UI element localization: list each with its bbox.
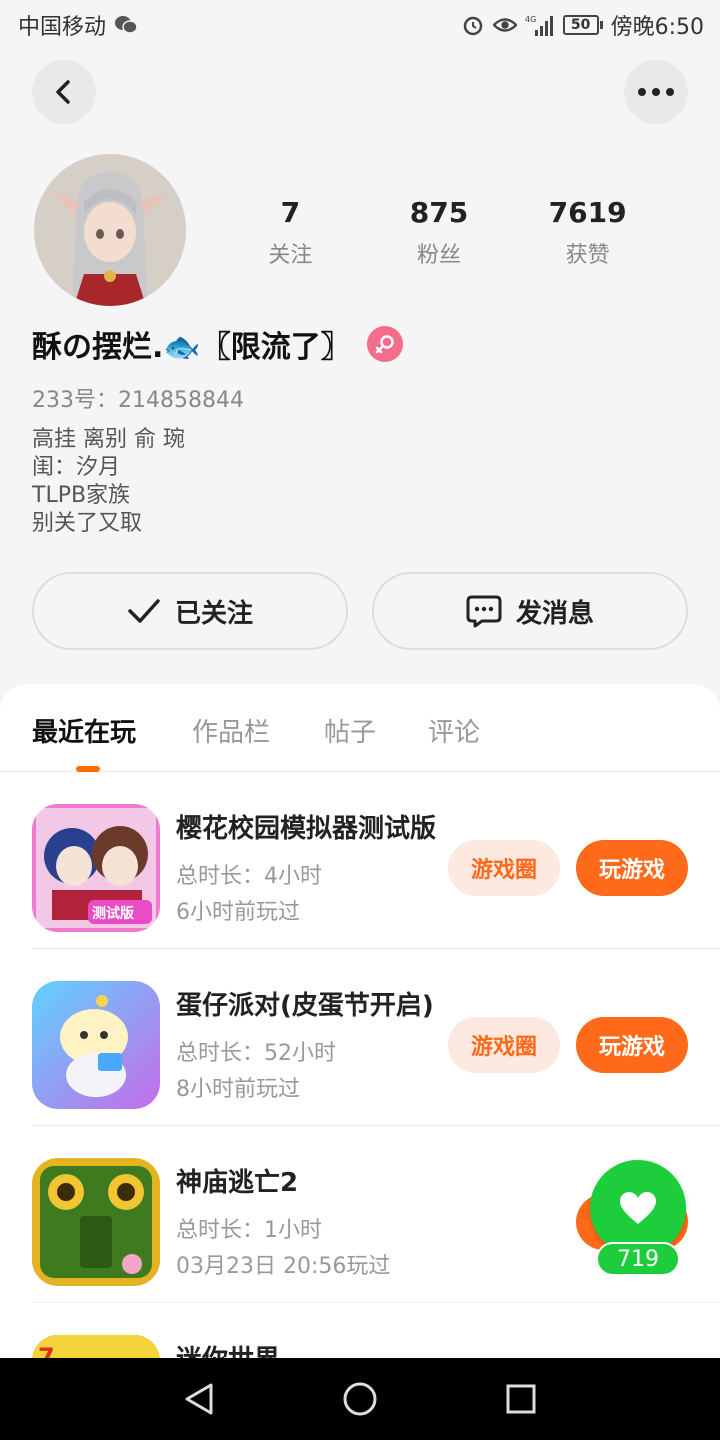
- profile-tabs: 最近在玩 作品栏 帖子 评论: [0, 684, 720, 772]
- nickname-row: 酥の摆烂.🐟〖限流了〗: [32, 322, 403, 366]
- alarm-icon: [461, 13, 485, 37]
- more-dots-icon: [638, 88, 674, 96]
- game-last-played: 6小时前玩过: [176, 900, 300, 925]
- game-icon-temple-run: [32, 1158, 160, 1286]
- chat-bubble-icon: [466, 595, 502, 628]
- likes-label: 获赞: [565, 243, 610, 268]
- battery-level: 50: [562, 15, 599, 35]
- battery-indicator: 50: [562, 15, 603, 35]
- game-row[interactable]: 测试版 樱花校园模拟器测试版 总时长：4小时 6小时前玩过 游戏圈 玩游戏: [32, 772, 720, 949]
- back-triangle-icon[interactable]: [183, 1382, 215, 1416]
- game-duration: 总时长：4小时: [176, 864, 322, 889]
- content-panel: 最近在玩 作品栏 帖子 评论 测试版 樱花校园模拟器测试版 总时长：4小时 6小…: [0, 684, 720, 1384]
- play-game-button[interactable]: 玩游戏: [576, 1017, 688, 1073]
- nickname: 酥の摆烂.🐟〖限流了〗: [32, 330, 351, 365]
- check-icon: [128, 599, 160, 623]
- more-options-button[interactable]: [624, 60, 688, 124]
- system-nav-bar: [0, 1358, 720, 1440]
- followers-label: 粉丝: [416, 243, 461, 268]
- tab-posts[interactable]: 帖子: [324, 712, 376, 749]
- user-id-row: 233号：214858844: [32, 382, 244, 414]
- stat-following[interactable]: 7 关注: [220, 196, 360, 269]
- bio: 高挂 离别 俞 琬 闺：汐月 TLPB家族 别关了又取: [32, 426, 185, 538]
- game-icon-sakura: 测试版: [32, 804, 160, 932]
- followed-button[interactable]: 已关注: [32, 572, 348, 650]
- game-last-played: 03月23日 20:56玩过: [176, 1254, 391, 1279]
- bio-line: 闺：汐月: [32, 455, 121, 480]
- bio-line: TLPB家族: [32, 483, 131, 508]
- bio-line: 别关了又取: [32, 511, 143, 536]
- followed-label: 已关注: [174, 598, 253, 629]
- avatar-image: [34, 154, 186, 306]
- likes-count: 7619: [548, 196, 627, 229]
- game-last-played: 8小时前玩过: [176, 1077, 300, 1102]
- send-message-label: 发消息: [515, 598, 594, 629]
- avatar[interactable]: [34, 154, 186, 306]
- wechat-icon: [114, 13, 138, 37]
- game-title: 神庙逃亡2: [176, 1168, 299, 1198]
- bio-line: 高挂 离别 俞 琬: [32, 427, 185, 452]
- stat-followers[interactable]: 875 粉丝: [369, 196, 509, 269]
- svg-text:测试版: 测试版: [92, 905, 134, 922]
- tab-works[interactable]: 作品栏: [192, 712, 270, 749]
- play-game-button[interactable]: 玩游戏: [576, 840, 688, 896]
- chevron-left-icon: [56, 80, 70, 104]
- status-bar: 中国移动 4G 50 傍晚6:50: [0, 0, 720, 50]
- game-duration: 总时长：1小时: [176, 1218, 322, 1243]
- game-title: 樱花校园模拟器测试版: [176, 814, 436, 844]
- game-circle-button[interactable]: 游戏圈: [448, 840, 560, 896]
- following-label: 关注: [268, 243, 313, 268]
- uid-value: 214858844: [118, 388, 244, 413]
- status-left: 中国移动: [18, 9, 138, 41]
- recents-square-icon[interactable]: [505, 1383, 537, 1415]
- heart-icon: [620, 1192, 656, 1224]
- following-count: 7: [280, 196, 301, 229]
- uid-label: 233号：: [32, 388, 118, 413]
- battery-tip: [599, 21, 603, 29]
- back-button[interactable]: [32, 60, 96, 124]
- profile-stats: 7 关注 875 粉丝 7619 获赞: [216, 196, 662, 269]
- carrier-label: 中国移动: [18, 15, 107, 40]
- game-title: 蛋仔派对(皮蛋节开启): [176, 991, 434, 1021]
- status-right: 4G 50 傍晚6:50: [461, 9, 704, 41]
- tab-comments[interactable]: 评论: [428, 712, 480, 749]
- like-count-badge: 719: [596, 1242, 680, 1276]
- game-duration: 总时长：52小时: [176, 1041, 336, 1066]
- svg-text:4G: 4G: [525, 15, 536, 24]
- followers-count: 875: [409, 196, 469, 229]
- send-message-button[interactable]: 发消息: [372, 572, 688, 650]
- game-row[interactable]: 蛋仔派对(皮蛋节开启) 总时长：52小时 8小时前玩过 游戏圈 玩游戏: [32, 949, 720, 1126]
- gender-female-icon: [366, 326, 403, 362]
- home-circle-icon[interactable]: [342, 1381, 378, 1417]
- clock: 傍晚6:50: [610, 15, 704, 40]
- game-circle-button[interactable]: 游戏圈: [448, 1017, 560, 1073]
- game-icon-eggy-party: [32, 981, 160, 1109]
- stat-likes[interactable]: 7619 获赞: [518, 196, 658, 269]
- signal-icon: 4G: [525, 13, 555, 37]
- tab-recently-played[interactable]: 最近在玩: [32, 712, 136, 749]
- eye-icon: [492, 13, 517, 37]
